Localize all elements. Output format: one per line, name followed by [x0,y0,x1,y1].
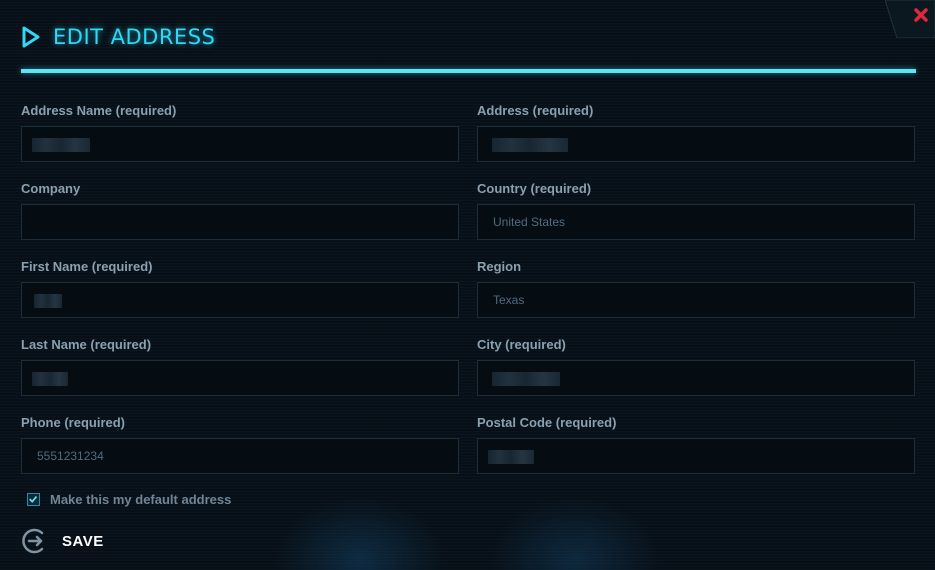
postal-code-label: Postal Code (required) [477,415,617,430]
city-label: City (required) [477,337,566,352]
dialog-header: EDIT ADDRESS [21,22,215,52]
last-name-input[interactable] [21,360,459,396]
redacted-text [32,372,68,386]
save-button[interactable]: SAVE [20,526,104,556]
address-name-label: Address Name (required) [21,103,177,118]
save-label: SAVE [62,532,104,550]
header-divider [21,69,916,73]
dialog-title: EDIT ADDRESS [53,25,216,49]
play-icon [22,26,40,48]
company-input[interactable] [21,204,459,240]
first-name-label: First Name (required) [21,259,153,274]
address-input[interactable] [477,126,915,162]
company-label: Company [21,181,81,196]
address-name-input[interactable] [21,126,459,162]
phone-label: Phone (required) [21,415,126,430]
region-select[interactable]: Texas [477,282,915,318]
close-icon[interactable] [913,7,929,23]
postal-code-input[interactable] [477,438,915,474]
region-label: Region [477,259,522,274]
default-address-row: Make this my default address [27,492,231,507]
redacted-text [492,138,568,152]
check-icon [29,495,38,503]
save-icon [22,528,44,554]
default-address-checkbox[interactable] [27,493,40,506]
country-label: Country (required) [477,181,592,196]
last-name-label: Last Name (required) [21,337,152,352]
first-name-input[interactable] [21,282,459,318]
redacted-text [34,294,62,308]
redacted-text [488,450,534,464]
redacted-text [492,372,560,386]
phone-input[interactable]: 5551231234 [21,438,459,474]
redacted-text [32,138,90,152]
address-label: Address (required) [477,103,594,118]
default-address-label: Make this my default address [50,492,232,507]
city-input[interactable] [477,360,915,396]
country-select[interactable]: United States [477,204,915,240]
